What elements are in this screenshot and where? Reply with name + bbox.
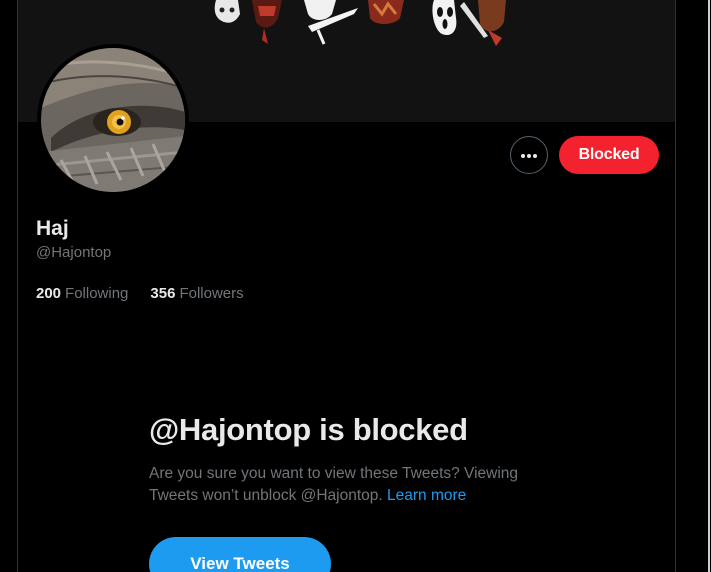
blocked-notice-description: Are you sure you want to view these Twee… — [149, 463, 549, 507]
profile-column: Blocked Haj @Hajontop 200 Following 356 Fo… — [17, 0, 676, 572]
eye-artwork — [41, 48, 185, 192]
learn-more-link[interactable]: Learn more — [387, 487, 466, 504]
followers-count: 356 — [150, 285, 176, 302]
profile-avatar[interactable] — [37, 44, 189, 196]
profile-page: Blocked Haj @Hajontop 200 Following 356 Fo… — [0, 0, 711, 572]
following-link[interactable]: 200 Following — [36, 285, 128, 302]
view-tweets-button[interactable]: View Tweets — [149, 537, 331, 572]
followers-label: Followers — [179, 285, 244, 302]
profile-stats: 200 Following 356 Followers — [36, 285, 244, 302]
more-options-button[interactable] — [510, 136, 548, 174]
following-label: Following — [65, 285, 129, 302]
following-count: 200 — [36, 285, 62, 302]
scrollbar[interactable] — [707, 0, 711, 572]
blocked-notice-title: @Hajontop is blocked — [149, 412, 468, 447]
profile-display-name: Haj — [36, 217, 69, 240]
avatar-image — [41, 48, 185, 192]
more-horizontal-icon — [520, 146, 538, 164]
scrollbar-track — [708, 0, 710, 572]
blocked-button[interactable]: Blocked — [559, 136, 659, 174]
followers-link[interactable]: 356 Followers — [150, 285, 243, 302]
profile-handle: @Hajontop — [36, 244, 112, 261]
